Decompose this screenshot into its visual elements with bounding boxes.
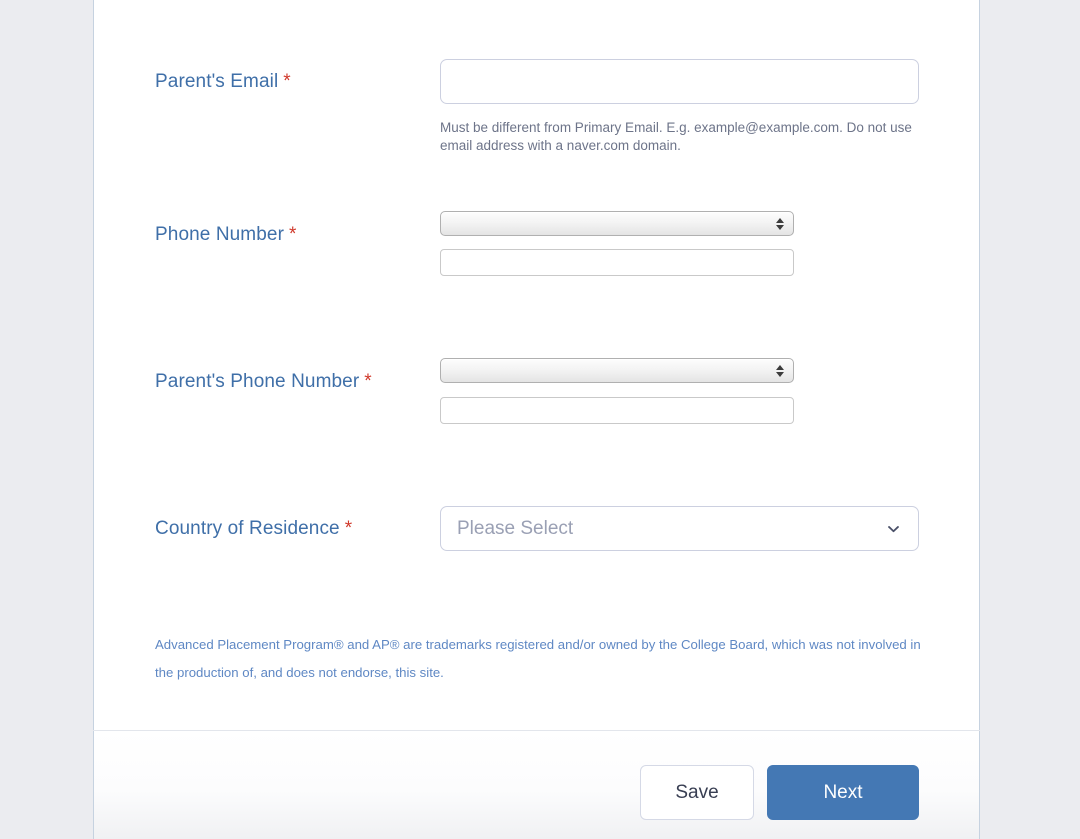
form-body: Parent's Email * Must be different from P… xyxy=(94,0,979,731)
country-of-residence-select[interactable]: Please Select xyxy=(440,506,919,551)
form-card: Parent's Email * Must be different from P… xyxy=(93,0,980,731)
label-text: Parent's Phone Number xyxy=(155,371,360,392)
page-root: Parent's Email * Must be different from P… xyxy=(0,0,1080,839)
phone-country-code-select[interactable] xyxy=(440,211,794,236)
parents-phone-number-input[interactable] xyxy=(440,397,794,424)
trademark-footnote: Advanced Placement Program® and AP® are … xyxy=(155,637,921,680)
form-footer: Save Next xyxy=(93,731,980,839)
required-asterisk: * xyxy=(283,71,291,92)
required-asterisk: * xyxy=(289,224,297,245)
label-phone-number: Phone Number * xyxy=(155,224,297,246)
required-asterisk: * xyxy=(364,371,372,392)
label-parents-phone-number: Parent's Phone Number * xyxy=(155,371,372,393)
stepper-arrows-icon xyxy=(776,364,784,377)
stepper-arrows-icon xyxy=(776,217,784,230)
next-button[interactable]: Next xyxy=(767,765,919,820)
parents-email-input[interactable] xyxy=(440,59,919,104)
label-parents-email: Parent's Email * xyxy=(155,71,291,93)
country-of-residence-value: Please Select xyxy=(457,517,574,539)
label-text: Phone Number xyxy=(155,224,284,245)
required-asterisk: * xyxy=(344,518,353,539)
parents-phone-country-code-select[interactable] xyxy=(440,358,794,383)
save-button[interactable]: Save xyxy=(640,765,754,820)
chevron-down-icon xyxy=(886,521,901,536)
label-country-of-residence: Country of Residence * xyxy=(155,518,352,540)
parents-email-helper-text: Must be different from Primary Email. E.… xyxy=(440,120,912,153)
label-text: Parent's Email xyxy=(155,71,279,92)
label-text: Country of Residence xyxy=(155,518,340,539)
phone-number-input[interactable] xyxy=(440,249,794,276)
